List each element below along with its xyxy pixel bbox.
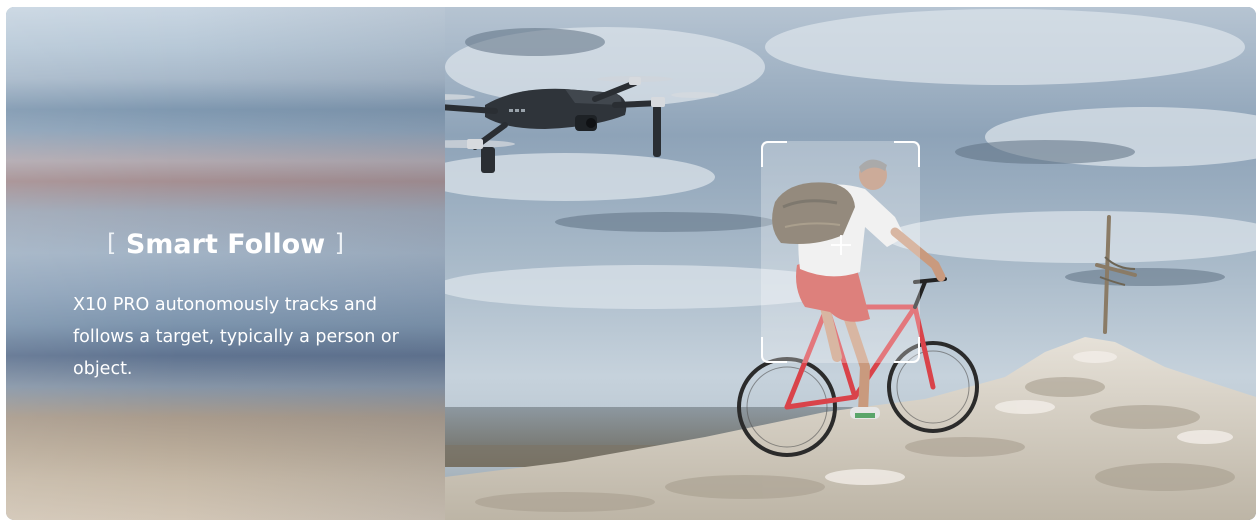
title-bracket-close: ]: [334, 229, 344, 257]
title-bracket-open: [: [107, 229, 117, 257]
tracking-frame: [761, 141, 920, 363]
frame-corner-bottom-left: [761, 337, 787, 363]
feature-title-text: Smart Follow: [125, 229, 326, 260]
feature-description: X10 PRO autonomously tracks and follows …: [73, 295, 399, 379]
frame-corner-bottom-right: [894, 337, 920, 363]
feature-title: [ Smart Follow ]: [6, 229, 445, 261]
text-panel: [6, 7, 445, 520]
crosshair-icon: [831, 235, 851, 255]
frame-corner-top-right: [894, 141, 920, 167]
frame-corner-top-left: [761, 141, 787, 167]
feature-banner: [ Smart Follow ] X10 PRO autonomously tr…: [6, 7, 1256, 520]
cyclist-photo: [445, 7, 1256, 520]
